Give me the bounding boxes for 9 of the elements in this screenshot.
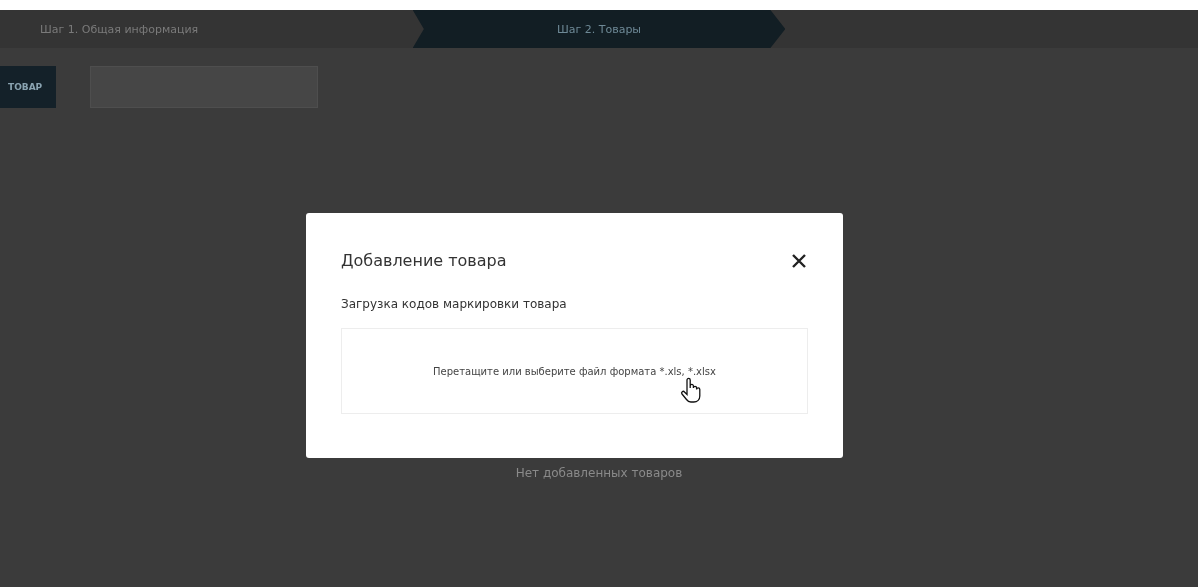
modal-title: Добавление товара — [341, 251, 507, 270]
step-tab[interactable]: Шаг 2. Товары — [412, 10, 786, 48]
empty-message: Нет добавленных товаров — [515, 466, 683, 480]
add-product-button[interactable]: ТОВАР — [0, 66, 57, 108]
modal-subtitle: Загрузка кодов маркировки товара — [341, 297, 568, 311]
file-dropzone[interactable]: Перетащите или выберите файл формата *.xls, *.xlsx — [341, 328, 808, 414]
dropzone-text: Перетащите или выберите файл формата *.xls, *.xlsx — [433, 365, 716, 377]
close-icon[interactable] — [792, 253, 806, 268]
hand-cursor-icon — [680, 377, 702, 403]
